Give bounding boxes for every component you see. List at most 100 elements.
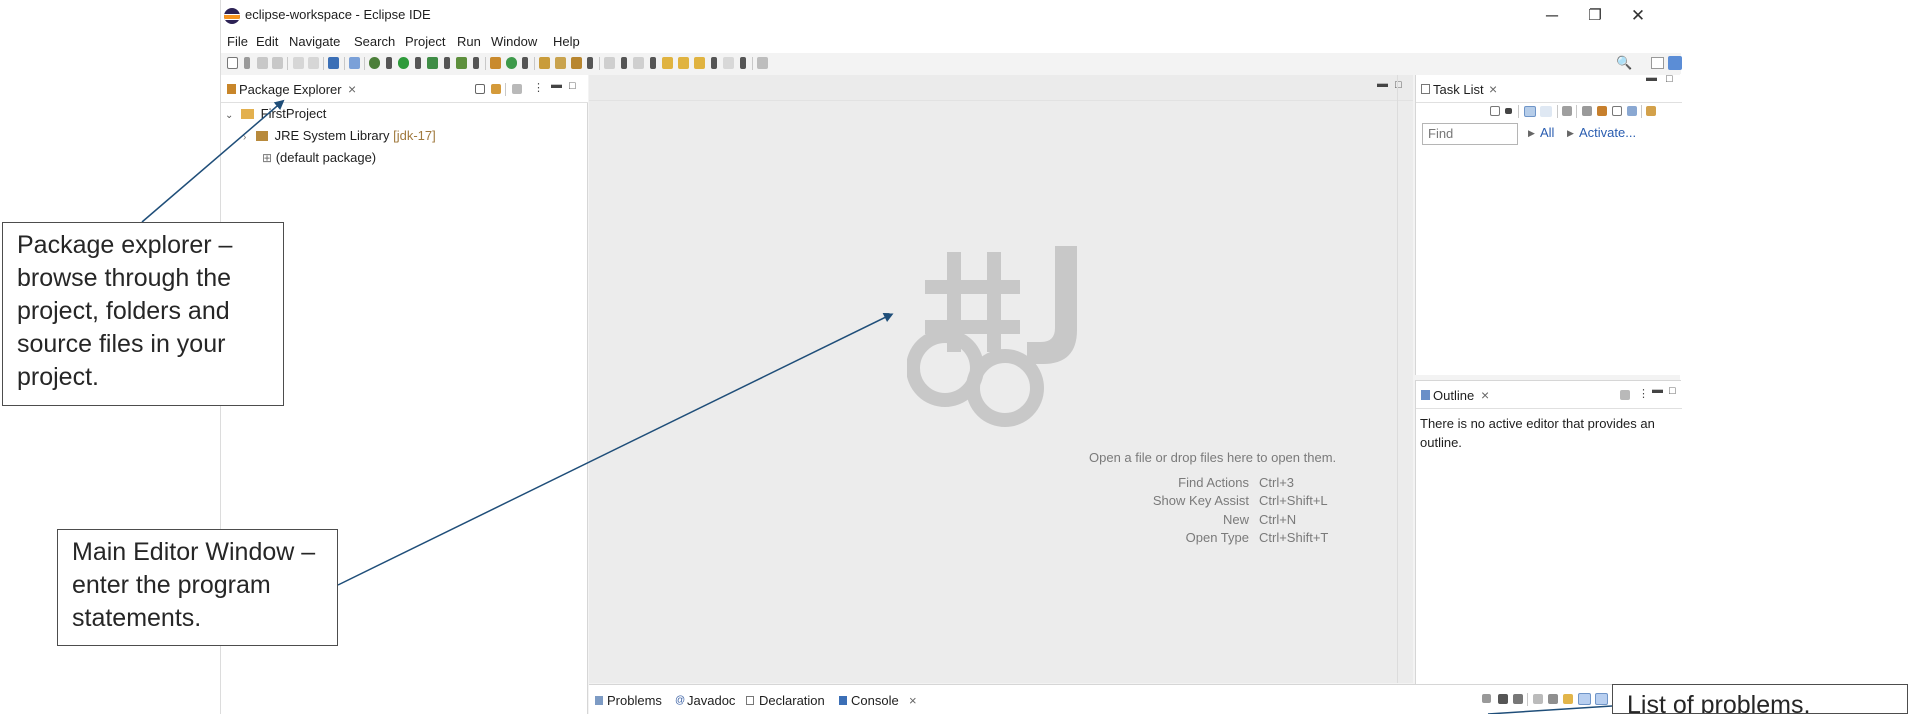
- external-tools-dropdown-icon[interactable]: [473, 57, 479, 69]
- forward-dropdown-icon[interactable]: [711, 57, 717, 69]
- tree-item-jre-library[interactable]: › JRE System Library [jdk-17]: [243, 128, 436, 148]
- outline-view-menu-icon[interactable]: ⋮: [1638, 387, 1649, 400]
- new-class-dropdown-icon[interactable]: [522, 57, 528, 69]
- console-close-icon[interactable]: ×: [909, 693, 917, 708]
- tab-problems[interactable]: Problems: [607, 693, 662, 708]
- run-icon[interactable]: [398, 57, 409, 69]
- debug-icon[interactable]: [369, 57, 380, 69]
- search-dropdown-icon[interactable]: [587, 57, 593, 69]
- task-sync-icon[interactable]: [1627, 106, 1637, 116]
- next-annotation-icon[interactable]: [604, 57, 615, 69]
- tab-declaration[interactable]: Declaration: [759, 693, 825, 708]
- open-type-icon[interactable]: [539, 57, 550, 69]
- hide-completed-icon[interactable]: [1582, 106, 1592, 116]
- java-perspective-icon[interactable]: [1668, 56, 1682, 70]
- task-repository-icon[interactable]: [1646, 106, 1656, 116]
- outline-minimize-icon[interactable]: ▬: [1652, 384, 1663, 396]
- terminal-icon[interactable]: [328, 57, 339, 69]
- save-all-icon[interactable]: [272, 57, 283, 69]
- tree-item-firstproject[interactable]: ⌄ FirstProject: [225, 106, 326, 126]
- coverage-icon[interactable]: [427, 57, 438, 69]
- console-remove-icon[interactable]: [1498, 694, 1508, 704]
- coverage-dropdown-icon[interactable]: [444, 57, 450, 69]
- tab-package-explorer[interactable]: Package Explorer: [239, 82, 342, 97]
- new-java-package-icon[interactable]: [490, 57, 501, 69]
- menu-run[interactable]: Run: [457, 34, 481, 49]
- package-explorer-close-icon[interactable]: ×: [348, 81, 356, 97]
- collapse-all-icon[interactable]: [475, 84, 485, 94]
- menu-edit[interactable]: Edit: [256, 34, 278, 49]
- task-filter-icon[interactable]: [1597, 106, 1607, 116]
- task-minimize-icon[interactable]: ▬: [1646, 72, 1657, 84]
- search-icon[interactable]: 🔍: [1616, 55, 1632, 71]
- task-find-input[interactable]: Find: [1422, 123, 1518, 145]
- navigate-icon[interactable]: [723, 57, 734, 69]
- console-remove-all-icon[interactable]: [1513, 694, 1523, 704]
- redo-icon[interactable]: [308, 57, 319, 69]
- tab-outline[interactable]: Outline: [1433, 388, 1474, 403]
- console-word-wrap-icon[interactable]: [1563, 694, 1573, 704]
- expand-chevron-icon[interactable]: ⌄: [225, 110, 233, 121]
- restore-button[interactable]: ❐: [1575, 3, 1615, 29]
- task-list-close-icon[interactable]: ×: [1489, 81, 1497, 97]
- run-dropdown-icon[interactable]: [415, 57, 421, 69]
- categorized-icon[interactable]: [1524, 106, 1536, 117]
- menu-navigate[interactable]: Navigate: [289, 34, 340, 49]
- collapsed-chevron-icon[interactable]: ›: [243, 132, 246, 143]
- menu-help[interactable]: Help: [553, 34, 580, 49]
- new-task-dropdown-icon[interactable]: [1505, 108, 1512, 114]
- forward-icon[interactable]: [694, 57, 705, 69]
- editor-minimize-icon[interactable]: ▬: [1377, 78, 1388, 90]
- editor-area[interactable]: ▬ □ Open a file or drop files here to op…: [589, 75, 1413, 683]
- navigate-dropdown-icon[interactable]: [740, 57, 746, 69]
- focus-on-task-icon[interactable]: [512, 84, 522, 94]
- outline-close-icon[interactable]: ×: [1481, 387, 1489, 403]
- outline-focus-icon[interactable]: [1620, 390, 1630, 400]
- console-show-out-icon[interactable]: [1578, 693, 1591, 705]
- last-edit-location-icon[interactable]: [662, 57, 673, 69]
- view-menu-icon[interactable]: ⋮: [533, 81, 544, 94]
- tree-item-default-package[interactable]: ⊞ (default package): [262, 150, 376, 170]
- new-task-icon[interactable]: [1490, 106, 1500, 116]
- new-icon[interactable]: [227, 57, 238, 69]
- menu-project[interactable]: Project: [405, 34, 445, 49]
- undo-icon[interactable]: [293, 57, 304, 69]
- save-icon[interactable]: [257, 57, 268, 69]
- close-button[interactable]: ✕: [1618, 3, 1658, 29]
- pin-editor-icon[interactable]: [757, 57, 768, 69]
- external-tools-icon[interactable]: [456, 57, 467, 69]
- tab-console[interactable]: Console: [851, 693, 899, 708]
- task-filter-all-link[interactable]: All: [1540, 125, 1554, 140]
- console-show-err-icon[interactable]: [1595, 693, 1608, 705]
- tab-task-list[interactable]: Task List: [1433, 82, 1484, 97]
- maximize-view-icon[interactable]: □: [569, 80, 576, 92]
- tab-javadoc[interactable]: Javadoc: [687, 693, 735, 708]
- outline-maximize-icon[interactable]: □: [1669, 385, 1676, 397]
- menu-file[interactable]: File: [227, 34, 248, 49]
- focus-workweek-icon[interactable]: [1562, 106, 1572, 116]
- console-terminate-icon[interactable]: [1482, 694, 1491, 703]
- search-tool-icon[interactable]: [571, 57, 582, 69]
- scheduled-icon[interactable]: [1540, 106, 1552, 117]
- link-with-editor-icon[interactable]: [491, 84, 501, 94]
- console-scroll-lock-icon[interactable]: [1548, 694, 1558, 704]
- new-dropdown-icon[interactable]: [244, 57, 250, 69]
- menu-window[interactable]: Window: [491, 34, 537, 49]
- task-activate-link[interactable]: Activate...: [1579, 125, 1636, 140]
- console-clear-icon[interactable]: [1533, 694, 1543, 704]
- menu-search[interactable]: Search: [354, 34, 395, 49]
- new-java-class-icon[interactable]: [506, 57, 517, 69]
- minimize-button[interactable]: ─: [1532, 3, 1572, 29]
- skip-breakpoints-icon[interactable]: [349, 57, 360, 69]
- task-collapse-icon[interactable]: [1612, 106, 1622, 116]
- previous-annotation-dropdown-icon[interactable]: [650, 57, 656, 69]
- previous-annotation-icon[interactable]: [633, 57, 644, 69]
- debug-dropdown-icon[interactable]: [386, 57, 392, 69]
- back-icon[interactable]: [678, 57, 689, 69]
- editor-maximize-icon[interactable]: □: [1395, 79, 1402, 91]
- next-annotation-dropdown-icon[interactable]: [621, 57, 627, 69]
- minimize-view-icon[interactable]: ▬: [551, 79, 562, 91]
- open-perspective-icon[interactable]: [1651, 57, 1664, 69]
- task-maximize-icon[interactable]: □: [1666, 73, 1673, 85]
- open-task-icon[interactable]: [555, 57, 566, 69]
